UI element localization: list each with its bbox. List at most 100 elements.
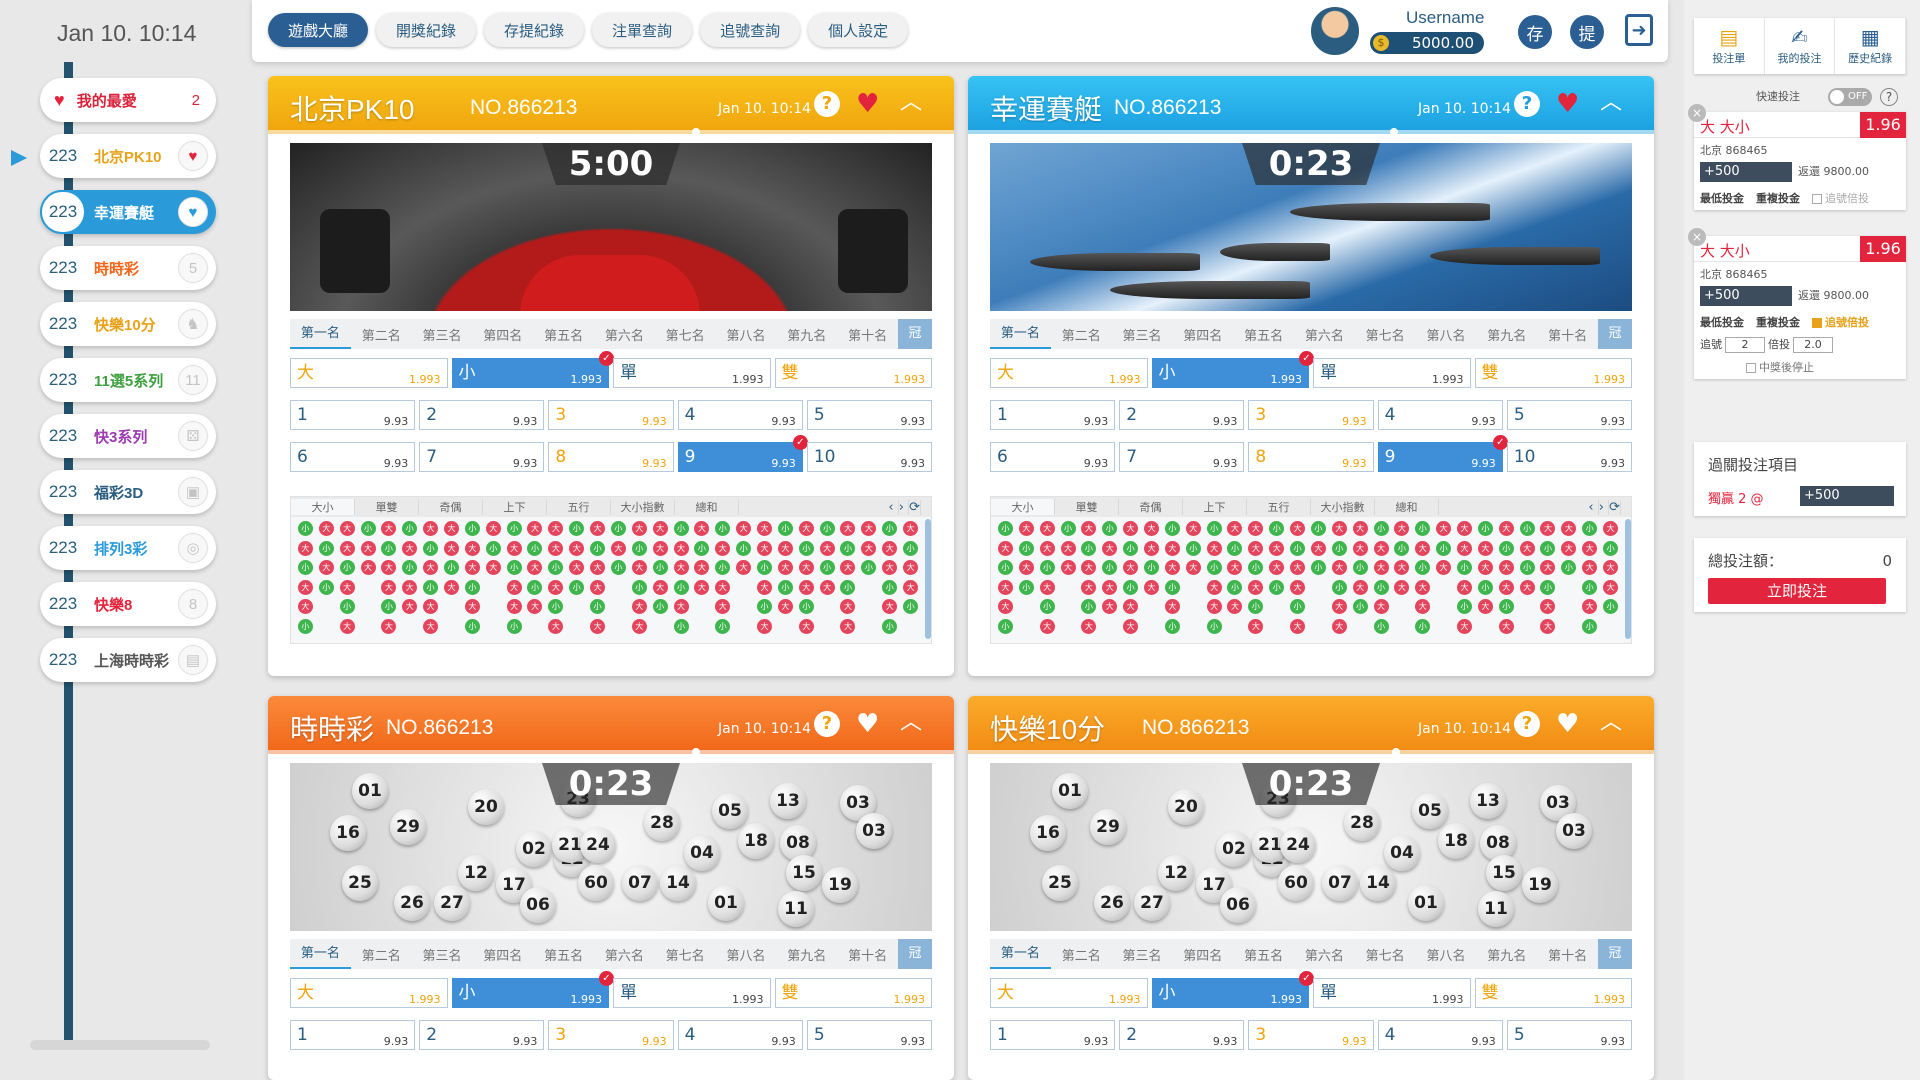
rank-tab[interactable]: 第二名 bbox=[351, 945, 412, 964]
bet-option[interactable]: 單 1.993 bbox=[613, 358, 771, 388]
repeat-bet-option[interactable]: 重複投金 bbox=[1756, 190, 1800, 206]
rank-tab[interactable]: 第七名 bbox=[655, 325, 716, 344]
bet-option[interactable]: 雙 1.993 bbox=[774, 358, 932, 388]
bet-option[interactable]: 6 9.93 bbox=[290, 442, 416, 472]
trend-tab[interactable]: 五行 bbox=[1247, 499, 1311, 515]
rank-tab[interactable]: 冠 bbox=[897, 939, 932, 969]
bet-option[interactable]: 7 9.93 bbox=[419, 442, 545, 472]
chevron-left-icon[interactable]: ‹ bbox=[888, 499, 899, 515]
nav-tab[interactable]: 個人設定 bbox=[808, 13, 909, 47]
nav-tab[interactable]: 追號查詢 bbox=[700, 13, 801, 47]
slip-tab[interactable]: ✍ 我的投注 bbox=[1765, 18, 1836, 74]
rank-tab[interactable]: 第四名 bbox=[472, 945, 533, 964]
help-icon[interactable]: ? bbox=[814, 91, 840, 117]
collapse-chevron-icon[interactable]: ︿ bbox=[1598, 90, 1624, 116]
rank-tab[interactable]: 第二名 bbox=[351, 325, 412, 344]
rank-tab[interactable]: 第六名 bbox=[1294, 945, 1355, 964]
rank-tab[interactable]: 第六名 bbox=[594, 325, 655, 344]
sidebar-item[interactable]: 223 快3系列 ⚄ bbox=[40, 414, 216, 458]
rank-tab[interactable]: 第五名 bbox=[1233, 945, 1294, 964]
bet-option[interactable]: 9 9.93 ✓ bbox=[1377, 435, 1508, 472]
bet-option[interactable]: 8 9.93 bbox=[548, 442, 674, 472]
favorite-heart-icon[interactable]: ♥ bbox=[1556, 90, 1579, 118]
bet-option[interactable]: 8 9.93 bbox=[1248, 442, 1374, 472]
rank-tab[interactable]: 第五名 bbox=[533, 945, 594, 964]
collapse-chevron-icon[interactable]: ︿ bbox=[898, 90, 924, 116]
avatar[interactable] bbox=[1311, 7, 1359, 55]
bet-option[interactable]: 4 9.93 bbox=[1377, 400, 1503, 430]
bet-option[interactable]: 小 1.993 ✓ bbox=[1151, 971, 1314, 1008]
trend-tab[interactable]: 單雙 bbox=[355, 499, 419, 515]
deposit-button[interactable]: 存 bbox=[1518, 15, 1552, 49]
trend-tab[interactable]: 大小 bbox=[991, 499, 1055, 515]
quick-bet-toggle[interactable]: OFF bbox=[1828, 88, 1872, 106]
rank-tab[interactable]: 第一名 bbox=[290, 939, 351, 969]
favorite-heart-icon[interactable]: ♥ bbox=[1556, 710, 1579, 738]
rank-tab[interactable]: 第十名 bbox=[837, 325, 898, 344]
rank-tab[interactable]: 第九名 bbox=[1476, 945, 1537, 964]
rank-tab[interactable]: 第八名 bbox=[716, 325, 777, 344]
bet-option[interactable]: 大 1.993 bbox=[990, 978, 1148, 1008]
nav-tab[interactable]: 存提紀錄 bbox=[484, 13, 585, 47]
bet-option[interactable]: 4 9.93 bbox=[677, 400, 803, 430]
bet-option[interactable]: 2 9.93 bbox=[419, 1020, 545, 1050]
bet-option[interactable]: 大 1.993 bbox=[290, 978, 448, 1008]
slip-amount-input[interactable]: +500 bbox=[1700, 162, 1792, 182]
chevron-right-icon[interactable]: › bbox=[898, 499, 910, 515]
trend-tab[interactable]: 五行 bbox=[547, 499, 611, 515]
bet-option[interactable]: 單 1.993 bbox=[613, 978, 771, 1008]
chase-option[interactable]: 追號倍投 bbox=[1812, 314, 1869, 330]
help-icon[interactable]: ? bbox=[1514, 91, 1540, 117]
bet-option[interactable]: 雙 1.993 bbox=[774, 978, 932, 1008]
bet-option[interactable]: 大 1.993 bbox=[990, 358, 1148, 388]
rank-tab[interactable]: 第七名 bbox=[1355, 325, 1416, 344]
rank-tab[interactable]: 第三名 bbox=[1112, 945, 1173, 964]
bet-option[interactable]: 3 9.93 bbox=[1248, 400, 1374, 430]
rank-tab[interactable]: 第二名 bbox=[1051, 945, 1112, 964]
sidebar-item[interactable]: 223 快樂10分 ♞ bbox=[40, 302, 216, 346]
rank-tab[interactable]: 第六名 bbox=[1294, 325, 1355, 344]
bet-option[interactable]: 1 9.93 bbox=[990, 1020, 1116, 1050]
sidebar-item[interactable]: 223 上海時時彩 ▤ bbox=[40, 638, 216, 682]
rank-tab[interactable]: 冠 bbox=[1597, 939, 1632, 969]
rank-tab[interactable]: 第九名 bbox=[776, 325, 837, 344]
bet-option[interactable]: 大 1.993 bbox=[290, 358, 448, 388]
bet-option[interactable]: 單 1.993 bbox=[1313, 358, 1471, 388]
trend-tab[interactable]: 大小 bbox=[291, 499, 355, 515]
scrollbar[interactable] bbox=[1625, 519, 1631, 639]
chase-count-stepper[interactable]: 2 bbox=[1725, 337, 1765, 353]
bet-option[interactable]: 5 9.93 bbox=[1506, 1020, 1633, 1050]
sidebar-item[interactable]: 223 排列3彩 ◎ bbox=[40, 526, 216, 570]
rank-tab[interactable]: 第八名 bbox=[1416, 945, 1477, 964]
refresh-icon[interactable]: ⟳ bbox=[909, 499, 921, 515]
bet-option[interactable]: 5 9.93 bbox=[806, 400, 933, 430]
sidebar-item[interactable]: 223 北京PK10 ♥ bbox=[40, 134, 216, 178]
rank-tab[interactable]: 第四名 bbox=[1172, 325, 1233, 344]
submit-bet-button[interactable]: 立即投注 bbox=[1708, 578, 1886, 604]
rank-tab[interactable]: 第三名 bbox=[1112, 325, 1173, 344]
rank-tab[interactable]: 第八名 bbox=[1416, 325, 1477, 344]
bet-option[interactable]: 2 9.93 bbox=[419, 400, 545, 430]
bet-option[interactable]: 7 9.93 bbox=[1119, 442, 1245, 472]
sidebar-item[interactable]: 223 幸運賽艇 ♥ bbox=[40, 190, 216, 234]
refresh-icon[interactable]: ⟳ bbox=[1609, 499, 1621, 515]
rank-tab[interactable]: 第十名 bbox=[1537, 945, 1598, 964]
rank-tab[interactable]: 第二名 bbox=[1051, 325, 1112, 344]
min-bet-option[interactable]: 最低投金 bbox=[1700, 314, 1744, 330]
bet-option[interactable]: 小 1.993 ✓ bbox=[451, 971, 614, 1008]
bet-option[interactable]: 3 9.93 bbox=[548, 400, 674, 430]
chevron-right-icon[interactable]: › bbox=[1598, 499, 1610, 515]
rank-tab[interactable]: 冠 bbox=[897, 319, 932, 349]
rank-tab[interactable]: 第三名 bbox=[412, 325, 473, 344]
scrollbar[interactable] bbox=[925, 519, 931, 639]
trend-tab[interactable]: 上下 bbox=[1183, 499, 1247, 515]
min-bet-option[interactable]: 最低投金 bbox=[1700, 190, 1744, 206]
parlay-amount-input[interactable]: +500 bbox=[1800, 486, 1894, 506]
trend-tab[interactable]: 上下 bbox=[483, 499, 547, 515]
collapse-chevron-icon[interactable]: ︿ bbox=[1598, 710, 1624, 736]
rank-tab[interactable]: 冠 bbox=[1597, 319, 1632, 349]
rank-tab[interactable]: 第四名 bbox=[472, 325, 533, 344]
rank-tab[interactable]: 第八名 bbox=[716, 945, 777, 964]
rank-tab[interactable]: 第四名 bbox=[1172, 945, 1233, 964]
rank-tab[interactable]: 第一名 bbox=[290, 319, 351, 349]
